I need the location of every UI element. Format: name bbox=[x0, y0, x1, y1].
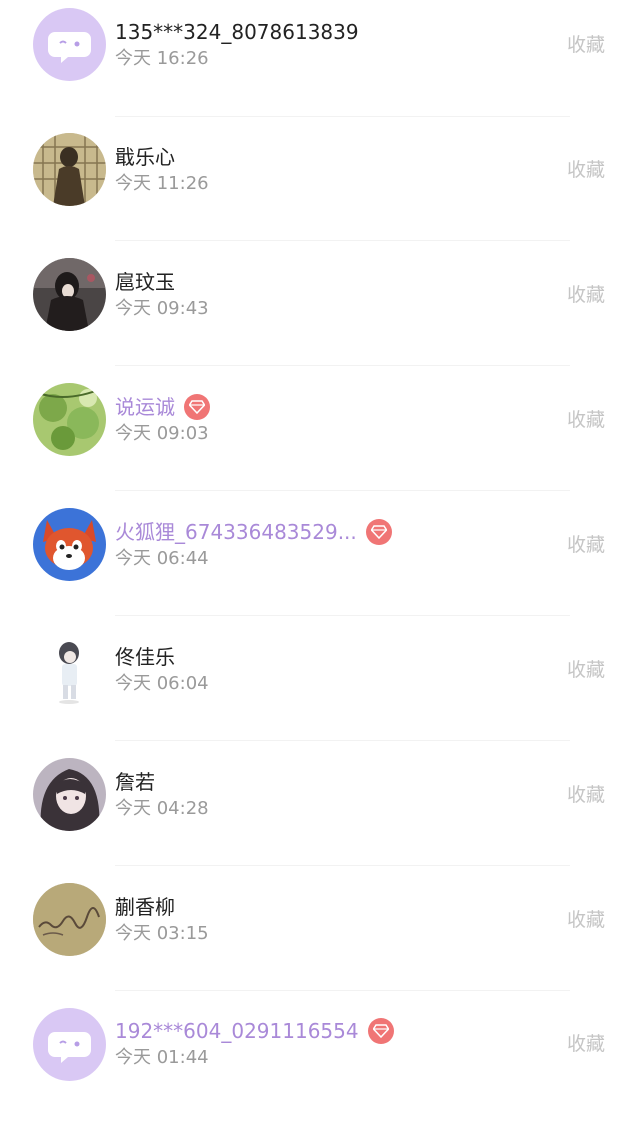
user-list: 135***324_8078613839 今天 16:26 收藏 戢乐心 今天 … bbox=[0, 0, 640, 1098]
timestamp: 今天 06:04 bbox=[115, 673, 209, 694]
favorite-button[interactable]: 收藏 bbox=[567, 33, 605, 57]
user-name: 火狐狸_674336483529... bbox=[115, 520, 357, 544]
bubble-avatar-icon[interactable] bbox=[33, 8, 106, 81]
timestamp: 今天 09:43 bbox=[115, 298, 209, 319]
user-avatar[interactable] bbox=[33, 133, 106, 206]
vip-diamond-icon bbox=[367, 1018, 394, 1044]
user-avatar[interactable] bbox=[33, 383, 106, 456]
user-name: 192***604_0291116554 bbox=[115, 1019, 359, 1043]
vip-diamond-icon bbox=[365, 519, 392, 545]
favorite-button[interactable]: 收藏 bbox=[567, 158, 605, 182]
timestamp: 今天 16:26 bbox=[115, 48, 209, 69]
user-name: 佟佳乐 bbox=[115, 645, 175, 669]
timestamp: 今天 06:44 bbox=[115, 548, 209, 569]
user-name: 扈玟玉 bbox=[115, 270, 175, 294]
user-name: 戢乐心 bbox=[115, 145, 175, 169]
divider bbox=[115, 240, 570, 241]
list-item[interactable]: 扈玟玉 今天 09:43 收藏 bbox=[0, 250, 640, 374]
list-item[interactable]: 詹若 今天 04:28 收藏 bbox=[0, 750, 640, 874]
timestamp: 今天 11:26 bbox=[115, 173, 209, 194]
timestamp: 今天 09:03 bbox=[115, 423, 209, 444]
list-item[interactable]: 戢乐心 今天 11:26 收藏 bbox=[0, 125, 640, 249]
divider bbox=[115, 615, 570, 616]
user-avatar[interactable] bbox=[33, 883, 106, 956]
favorite-button[interactable]: 收藏 bbox=[567, 783, 605, 807]
favorite-button[interactable]: 收藏 bbox=[567, 283, 605, 307]
user-avatar[interactable] bbox=[33, 758, 106, 831]
user-name: 蒯香柳 bbox=[115, 895, 175, 919]
favorite-button[interactable]: 收藏 bbox=[567, 533, 605, 557]
divider bbox=[115, 365, 570, 366]
favorite-button[interactable]: 收藏 bbox=[567, 408, 605, 432]
user-name: 说运诚 bbox=[115, 395, 175, 419]
timestamp: 今天 03:15 bbox=[115, 923, 209, 944]
list-item[interactable]: 说运诚 今天 09:03 收藏 bbox=[0, 375, 640, 499]
list-item[interactable]: 佟佳乐 今天 06:04 收藏 bbox=[0, 625, 640, 749]
divider bbox=[115, 116, 570, 117]
favorite-button[interactable]: 收藏 bbox=[567, 658, 605, 682]
bubble-avatar-icon[interactable] bbox=[33, 1008, 106, 1081]
divider bbox=[115, 490, 570, 491]
user-avatar[interactable] bbox=[33, 633, 106, 706]
timestamp: 今天 04:28 bbox=[115, 798, 209, 819]
fox-avatar[interactable] bbox=[33, 508, 106, 581]
timestamp: 今天 01:44 bbox=[115, 1047, 209, 1068]
list-item[interactable]: 火狐狸_674336483529... 今天 06:44 收藏 bbox=[0, 500, 640, 624]
divider bbox=[115, 740, 570, 741]
list-item[interactable]: 192***604_0291116554 今天 01:44 收藏 bbox=[0, 1000, 640, 1124]
list-item[interactable]: 135***324_8078613839 今天 16:26 收藏 bbox=[0, 0, 640, 124]
user-avatar[interactable] bbox=[33, 258, 106, 331]
divider bbox=[115, 865, 570, 866]
favorite-button[interactable]: 收藏 bbox=[567, 1032, 605, 1056]
favorite-button[interactable]: 收藏 bbox=[567, 908, 605, 932]
user-name: 詹若 bbox=[115, 770, 155, 794]
divider bbox=[115, 990, 570, 991]
list-item[interactable]: 蒯香柳 今天 03:15 收藏 bbox=[0, 875, 640, 999]
vip-diamond-icon bbox=[184, 394, 210, 420]
user-name: 135***324_8078613839 bbox=[115, 20, 359, 44]
